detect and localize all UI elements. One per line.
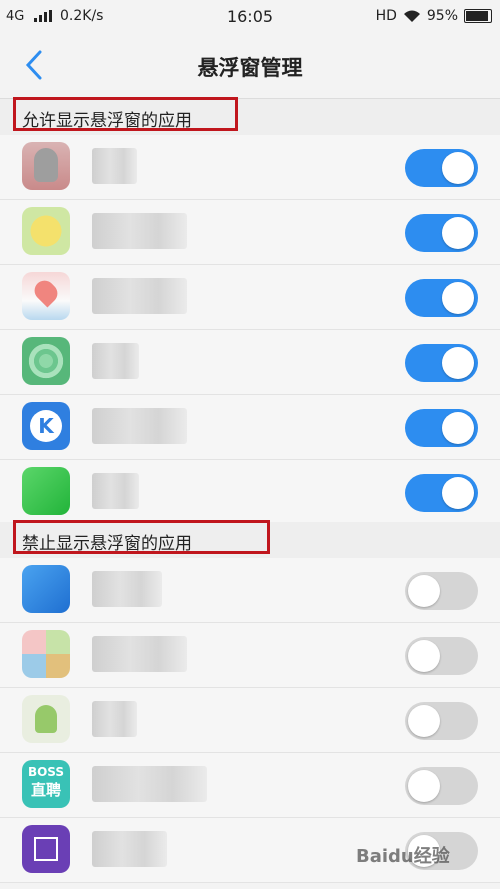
toggle-knob bbox=[408, 640, 440, 672]
green-app-icon bbox=[22, 467, 70, 515]
boss-app-icon: BOSS 直聘 bbox=[22, 760, 70, 808]
app-name-blurred bbox=[92, 343, 139, 379]
app-name-blurred bbox=[92, 473, 139, 509]
green-wave-app-icon bbox=[22, 337, 70, 385]
floating-window-toggle[interactable] bbox=[405, 474, 478, 512]
page-title: 悬浮窗管理 bbox=[197, 56, 303, 80]
toggle-knob bbox=[442, 282, 474, 314]
toggle-knob bbox=[442, 217, 474, 249]
section-allowed-header: 允许显示悬浮窗的应用 bbox=[0, 97, 500, 135]
toggle-knob bbox=[442, 477, 474, 509]
watermark: Baidu经验 bbox=[356, 846, 450, 867]
app-name-blurred bbox=[92, 213, 187, 249]
floating-window-toggle[interactable] bbox=[405, 344, 478, 382]
floating-window-toggle[interactable] bbox=[405, 149, 478, 187]
chip-app-icon bbox=[22, 825, 70, 873]
app-name-blurred bbox=[92, 408, 187, 444]
floating-window-toggle[interactable] bbox=[405, 279, 478, 317]
k-app-icon: K bbox=[22, 402, 70, 450]
app-name-blurred bbox=[92, 701, 137, 737]
app-name-blurred bbox=[92, 831, 167, 867]
map-app-icon bbox=[22, 272, 70, 320]
floating-window-toggle[interactable] bbox=[405, 214, 478, 252]
boss-icon-subtext: 直聘 bbox=[30, 781, 61, 799]
list-item bbox=[0, 688, 500, 753]
list-item bbox=[0, 330, 500, 395]
app-name-blurred bbox=[92, 636, 187, 672]
list-item bbox=[0, 460, 500, 525]
section-blocked-header: 禁止显示悬浮窗的应用 bbox=[0, 520, 500, 558]
list-item bbox=[0, 200, 500, 265]
floating-window-toggle[interactable] bbox=[405, 409, 478, 447]
yellow-app-icon bbox=[22, 207, 70, 255]
app-header: 悬浮窗管理 bbox=[0, 34, 500, 99]
toggle-knob bbox=[408, 770, 440, 802]
toggle-knob bbox=[442, 412, 474, 444]
status-right: HD 95% bbox=[376, 8, 492, 24]
wifi-icon bbox=[403, 10, 420, 22]
floating-window-toggle[interactable] bbox=[405, 572, 478, 610]
toggle-knob bbox=[408, 705, 440, 737]
list-item bbox=[0, 265, 500, 330]
app-name-blurred bbox=[92, 571, 162, 607]
floating-window-toggle[interactable] bbox=[405, 637, 478, 675]
toggle-knob bbox=[408, 575, 440, 607]
android-app-icon bbox=[22, 695, 70, 743]
list-item: K bbox=[0, 395, 500, 460]
floating-window-toggle[interactable] bbox=[405, 767, 478, 805]
hd-indicator: HD bbox=[375, 8, 397, 24]
penguin-app-icon bbox=[22, 142, 70, 190]
section-blocked-title: 禁止显示悬浮窗的应用 bbox=[22, 534, 192, 554]
battery-icon bbox=[464, 9, 492, 23]
boss-icon-text: BOSS bbox=[27, 765, 65, 779]
floating-window-toggle[interactable] bbox=[405, 702, 478, 740]
list-item bbox=[0, 623, 500, 688]
toggle-knob bbox=[442, 152, 474, 184]
list-item bbox=[0, 135, 500, 200]
blue-app-icon bbox=[22, 565, 70, 613]
toggle-knob bbox=[442, 347, 474, 379]
status-bar: 4G 0.2K/s 16:05 HD 95% bbox=[0, 0, 500, 34]
app-name-blurred bbox=[92, 278, 187, 314]
list-item: BOSS 直聘 bbox=[0, 753, 500, 818]
battery-percent: 95% bbox=[426, 8, 458, 24]
section-allowed-title: 允许显示悬浮窗的应用 bbox=[22, 111, 192, 131]
app-name-blurred bbox=[92, 148, 137, 184]
list-item bbox=[0, 558, 500, 623]
tiles-app-icon bbox=[22, 630, 70, 678]
app-name-blurred bbox=[92, 766, 207, 802]
